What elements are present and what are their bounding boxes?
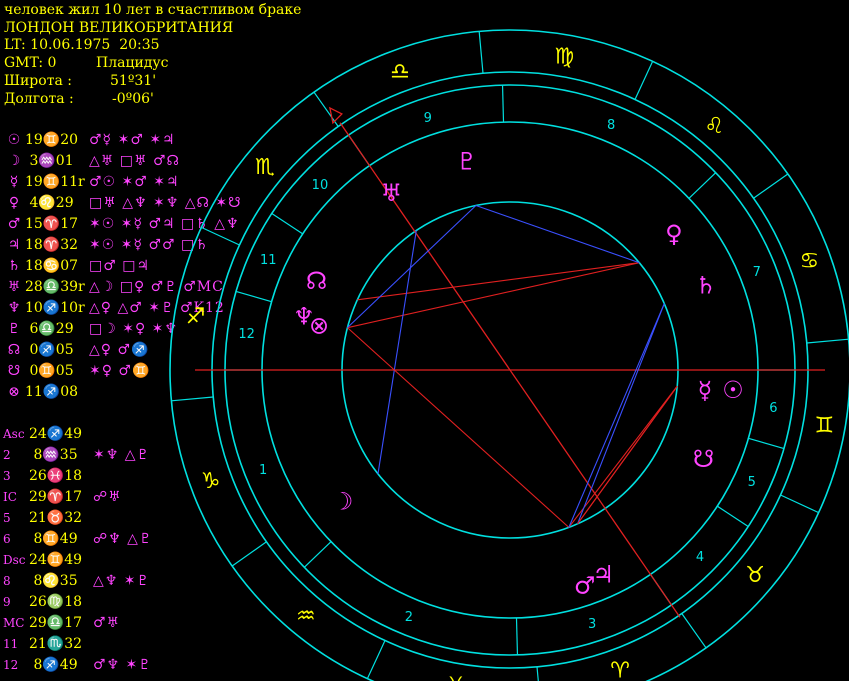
zodiac-sign-icon: ♉ [745,563,765,588]
house-number: 4 [696,550,704,565]
house-cusp-tick [303,541,332,568]
sun-icon: ☉ [722,376,744,404]
natal-wheel: ♐♑♒♓♈♉♊♋♌♍♎♏123456789101112☉☽☿♀♂♃♄♅♆♇☊☋⊗ [169,29,849,681]
zodiac-sign-icon: ♌ [704,114,724,139]
sign-boundary [780,494,819,514]
sign-boundary [171,396,214,402]
house-cusp-tick [748,437,785,450]
zodiac-sign-icon: ♒ [296,604,316,629]
house-number: 2 [405,610,413,625]
mercury-icon: ☿ [698,376,713,404]
sign-boundary [366,640,386,679]
house-number: 12 [238,327,255,342]
uranus-icon: ♅ [380,179,402,207]
house-cusp-tick [501,85,505,123]
zodiac-sign-icon: ♏ [255,155,275,180]
aspect-line [577,303,665,525]
zodiac-sign-icon: ♋ [800,249,820,274]
house-number: 3 [588,617,596,632]
house-cusp-tick [688,172,717,199]
aspect-line [568,303,665,528]
zodiac-sign-icon: ♈ [610,658,630,681]
house-number: 11 [260,253,277,268]
sign-boundary [634,61,654,100]
sign-boundary [753,173,789,199]
house-number: 7 [753,265,761,280]
aspect-line [347,205,477,329]
house-number: 9 [424,111,432,126]
sign-boundary [201,226,240,246]
house-number: 10 [312,178,329,193]
house-cusp-tick [271,213,304,235]
south-node-icon: ☋ [693,445,714,473]
sign-boundary [806,338,849,344]
house-cusp-tick [515,617,519,655]
house-number: 1 [259,463,267,478]
zodiac-sign-icon: ♐ [186,305,206,330]
aspect-line [577,386,678,525]
saturn-icon: ♄ [695,272,717,300]
zodiac-sign-icon: ♍ [554,45,574,70]
zodiac-sign-icon: ♊ [814,413,834,438]
aspect-line [475,204,640,264]
house-number: 8 [607,118,615,133]
sign-boundary [536,666,539,681]
north-node-icon: ☊ [306,267,327,295]
house-number: 5 [748,475,756,490]
house-number: 6 [769,401,777,416]
sign-boundary [231,541,267,567]
moon-icon: ☽ [332,488,354,516]
house-cusp-tick [716,505,749,527]
jupiter-icon: ♃ [592,560,614,588]
fortune-icon: ⊗ [309,312,329,340]
zodiac-sign-icon: ♓ [446,673,466,681]
pluto-icon: ♇ [456,147,478,175]
zodiac-sign-icon: ♎ [390,60,410,85]
sign-boundary [681,613,707,649]
aspect-line [347,327,570,528]
zodiac-sign-icon: ♑ [201,469,221,494]
house-cusp-tick [235,290,272,303]
venus-icon: ♀ [665,220,683,248]
sign-boundary [478,31,484,74]
mc-arrow-icon [328,106,343,125]
